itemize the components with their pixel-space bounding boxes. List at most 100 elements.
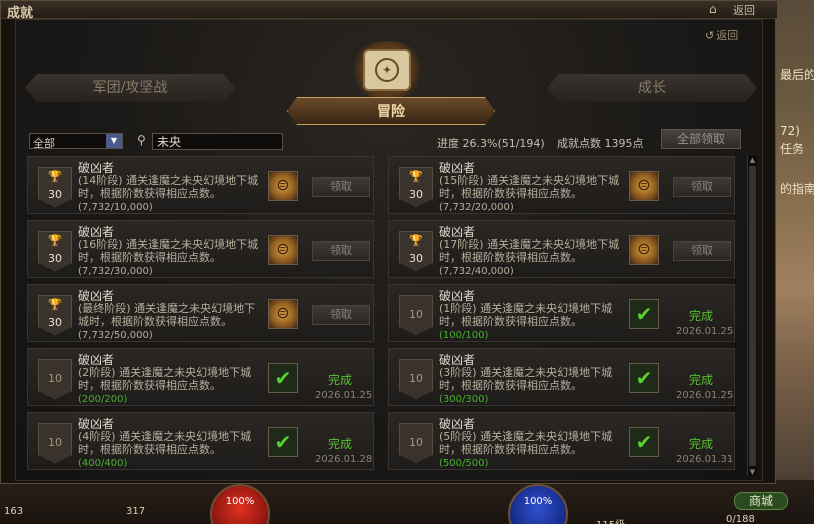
- mp-percent: 100%: [523, 496, 553, 507]
- adventure-emblem: ✦: [347, 41, 427, 99]
- points-label: 成就点数 1395点: [557, 137, 644, 150]
- achievement-desc: (16阶段) 通关逢魔之未央幻境地下城时，根据阶数获得相应点数。: [78, 238, 259, 264]
- complete-date: 2026.01.28: [315, 454, 373, 465]
- achievement-progress: (7,732/20,000): [439, 202, 514, 213]
- points-badge: 10: [38, 359, 72, 399]
- shop-button[interactable]: 商城: [734, 492, 788, 510]
- reward-icon[interactable]: [268, 235, 298, 265]
- achievement-card: 10 破凶者 (1阶段) 通关逢魔之未央幻境地下城时，根据阶数获得相应点数。 (100…: [388, 284, 735, 342]
- game-hud-bar: 163 317 115级 0/188: [0, 480, 814, 524]
- points-badge: 🏆 30: [38, 295, 72, 335]
- back-arrow-icon: ↺: [705, 29, 715, 42]
- tab-growth[interactable]: 成长: [547, 74, 757, 102]
- claim-button[interactable]: 领取: [673, 177, 731, 197]
- points-value: 30: [409, 188, 423, 201]
- category-select[interactable]: 全部 ▼: [29, 133, 123, 150]
- points-badge: 10: [399, 295, 433, 335]
- achievement-desc: (2阶段) 通关逢魔之未央幻境地下城时，根据阶数获得相应点数。: [78, 366, 252, 392]
- achievement-desc: (5阶段) 通关逢魔之未央幻境地下城时，根据阶数获得相应点数。: [439, 430, 613, 456]
- complete-date: 2026.01.25: [315, 390, 373, 401]
- hud-counter-left: 163: [4, 506, 24, 517]
- achievement-desc: (14阶段) 通关逢魔之未央幻境地下城时，根据阶数获得相应点数。: [78, 174, 259, 200]
- tab-legion-siege[interactable]: 军团/攻坚战: [25, 74, 235, 102]
- achievement-card: 🏆 30 破凶者 (14阶段) 通关逢魔之未央幻境地下城时，根据阶数获得相应点数。 (7…: [27, 156, 374, 214]
- scroll-thumb[interactable]: [749, 166, 756, 466]
- scroll-up-icon[interactable]: ▲: [748, 156, 757, 164]
- check-icon: [268, 427, 298, 457]
- achievement-desc: (4阶段) 通关逢魔之未央幻境地下城时，根据阶数获得相应点数。: [78, 430, 252, 456]
- points-badge: 10: [399, 423, 433, 463]
- achievement-card: 10 破凶者 (4阶段) 通关逢魔之未央幻境地下城时，根据阶数获得相应点数。 (400…: [27, 412, 374, 470]
- claim-button[interactable]: 领取: [312, 305, 370, 325]
- points-badge: 🏆 30: [399, 231, 433, 271]
- achievement-desc: (17阶段) 通关逢魔之未央幻境地下城时，根据阶数获得相应点数。: [439, 238, 620, 264]
- achievement-desc: (最终阶段) 通关逢魔之未央幻境地下城时，根据阶数获得相应点数。: [78, 302, 256, 328]
- achievement-card: 10 破凶者 (3阶段) 通关逢魔之未央幻境地下城时，根据阶数获得相应点数。 (300…: [388, 348, 735, 406]
- status-complete: 完成: [328, 437, 353, 451]
- claim-button[interactable]: 领取: [312, 177, 370, 197]
- claim-all-button[interactable]: 全部领取: [661, 129, 741, 149]
- claim-button[interactable]: 领取: [673, 241, 731, 261]
- achievement-card: 🏆 30 破凶者 (17阶段) 通关逢魔之未央幻境地下城时，根据阶数获得相应点数。 (7…: [388, 220, 735, 278]
- points-badge: 10: [399, 359, 433, 399]
- hp-percent: 100%: [225, 496, 255, 507]
- shop-label: 商城: [748, 494, 773, 508]
- achievement-card: 10 破凶者 (2阶段) 通关逢魔之未央幻境地下城时，根据阶数获得相应点数。 (200…: [27, 348, 374, 406]
- achievement-desc: (15阶段) 通关逢魔之未央幻境地下城时，根据阶数获得相应点数。: [439, 174, 620, 200]
- reward-icon[interactable]: [629, 235, 659, 265]
- check-icon: [268, 363, 298, 393]
- window-titlebar: 成就 ⌂ 返回: [1, 1, 777, 21]
- claim-button[interactable]: 领取: [312, 241, 370, 261]
- progress-label: 进度 26.3%(51/194): [437, 137, 545, 150]
- points-value: 30: [48, 316, 62, 329]
- reward-icon[interactable]: [629, 171, 659, 201]
- reward-icon[interactable]: [268, 171, 298, 201]
- trophy-icon: 🏆: [48, 170, 62, 183]
- points-value: 10: [409, 308, 423, 321]
- status-complete: 完成: [689, 373, 714, 387]
- hud-level: 115级: [596, 516, 625, 524]
- home-icon[interactable]: ⌂: [709, 2, 717, 16]
- achievement-progress: (7,732/10,000): [78, 202, 153, 213]
- achievement-desc: (3阶段) 通关逢魔之未央幻境地下城时，根据阶数获得相应点数。: [439, 366, 613, 392]
- scroll-down-icon[interactable]: ▼: [748, 468, 757, 476]
- side-text-1: 最后的: [780, 68, 814, 82]
- game-background-right: 最后的 72) 任务 的指南: [776, 0, 814, 524]
- points-value: 10: [48, 436, 62, 449]
- titlebar-back-button[interactable]: 返回: [733, 2, 755, 18]
- achievement-progress: (7,732/30,000): [78, 266, 153, 277]
- panel-back-label: 返回: [716, 29, 739, 42]
- achievement-window: 成就 ⌂ 返回 ↺返回 ✦ 军团/攻坚战 成长 冒险 全部 ▼ ⚲ 进度 26.…: [0, 0, 777, 484]
- list-scrollbar[interactable]: ▲ ▼: [747, 156, 757, 476]
- reward-icon[interactable]: [268, 299, 298, 329]
- achievement-progress: (200/200): [78, 394, 128, 405]
- category-select-value: 全部: [33, 137, 55, 150]
- points-value: 30: [409, 252, 423, 265]
- compass-icon: ✦: [375, 58, 399, 82]
- check-icon: [629, 299, 659, 329]
- game-screen: 最后的 72) 任务 的指南 163 317 115级 0/188 100% 1…: [0, 0, 814, 524]
- trophy-icon: 🏆: [48, 234, 62, 247]
- achievement-progress: (7,732/50,000): [78, 330, 153, 341]
- achievement-progress: (500/500): [439, 458, 489, 469]
- achievement-progress: (100/100): [439, 330, 489, 341]
- achievement-progress: (400/400): [78, 458, 128, 469]
- search-input[interactable]: [152, 133, 283, 150]
- achievement-desc: (1阶段) 通关逢魔之未央幻境地下城时，根据阶数获得相应点数。: [439, 302, 613, 328]
- chevron-down-icon[interactable]: ▼: [106, 134, 122, 148]
- points-value: 10: [409, 372, 423, 385]
- achievement-progress: (7,732/40,000): [439, 266, 514, 277]
- hud-counter-mid: 317: [126, 506, 146, 517]
- complete-date: 2026.01.25: [676, 326, 734, 337]
- side-text-3: 任务: [780, 142, 805, 156]
- points-value: 30: [48, 252, 62, 265]
- trophy-icon: 🏆: [409, 170, 423, 183]
- status-complete: 完成: [689, 437, 714, 451]
- complete-date: 2026.01.31: [676, 454, 734, 465]
- points-value: 10: [48, 372, 62, 385]
- tab-adventure[interactable]: 冒险: [287, 97, 495, 125]
- achievement-list: 🏆 30 破凶者 (14阶段) 通关逢魔之未央幻境地下城时，根据阶数获得相应点数。 (7…: [27, 156, 747, 476]
- panel-back-button[interactable]: ↺ 返回: [705, 27, 738, 43]
- achievement-card: 🏆 30 破凶者 (最终阶段) 通关逢魔之未央幻境地下城时，根据阶数获得相应点数。 (7…: [27, 284, 374, 342]
- points-value: 10: [409, 436, 423, 449]
